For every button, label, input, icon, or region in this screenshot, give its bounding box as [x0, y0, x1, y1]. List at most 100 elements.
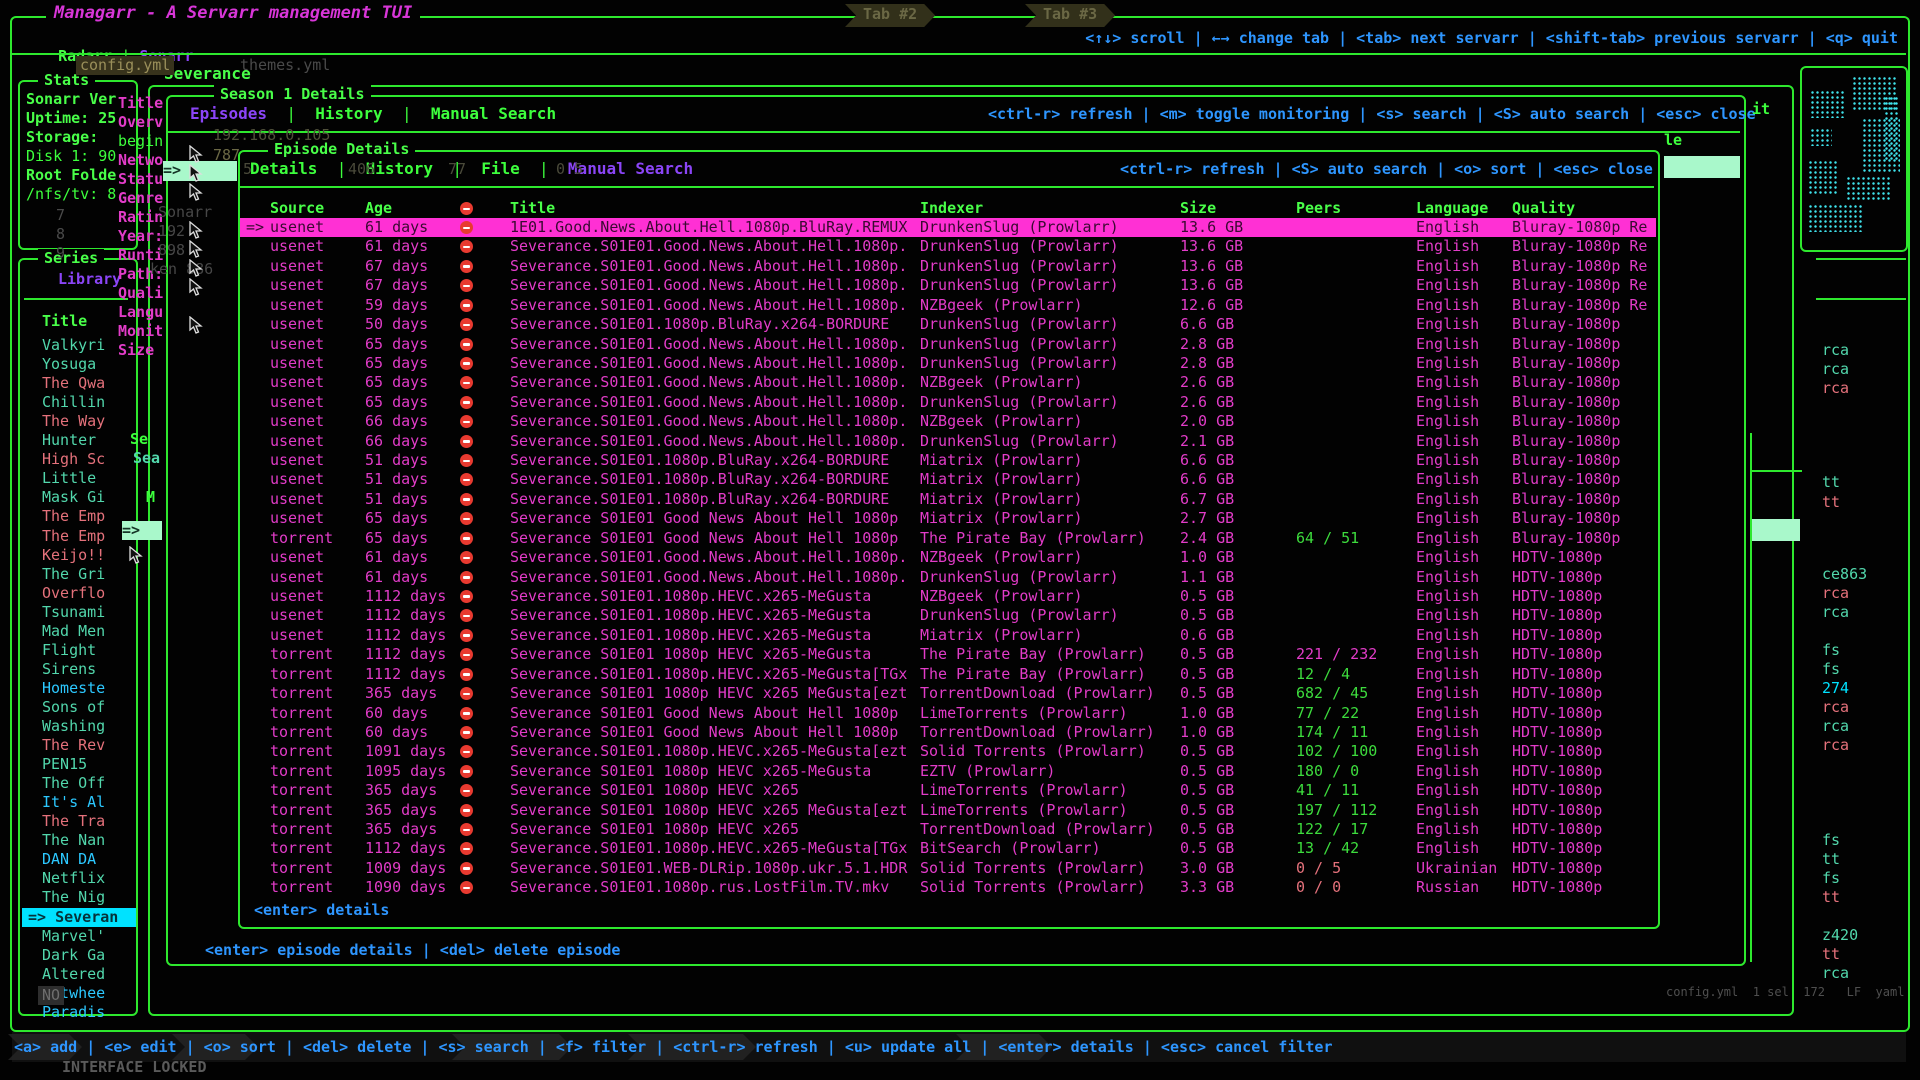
- series-item[interactable]: The Way: [22, 412, 136, 431]
- tab-library[interactable]: Library: [58, 270, 121, 289]
- series-item-selected[interactable]: => Severan: [22, 908, 136, 927]
- series-item[interactable]: Marvel': [22, 927, 136, 946]
- series-item[interactable]: Sirens: [22, 660, 136, 679]
- details-label: begin: [118, 132, 164, 151]
- search-result-row[interactable]: usenet61 daysSeverance.S01E01.Good.News.…: [240, 568, 1656, 587]
- series-item[interactable]: Altered: [22, 965, 136, 984]
- cell-title: Severance.S01E01.Good.News.About.Hell.10…: [510, 335, 914, 354]
- cell-quality: Bluray-1080p: [1512, 490, 1652, 509]
- series-item[interactable]: The Qwa: [22, 374, 136, 393]
- details-label: Quali: [118, 284, 164, 303]
- series-item[interactable]: Chillin: [22, 393, 136, 412]
- search-result-row[interactable]: usenet51 daysSeverance.S01E01.1080p.BluR…: [240, 490, 1656, 509]
- popup-tab-details[interactable]: Details: [250, 159, 317, 178]
- series-item[interactable]: Netflix: [22, 869, 136, 888]
- series-item[interactable]: High Sc: [22, 450, 136, 469]
- search-result-row[interactable]: usenet66 daysSeverance.S01E01.Good.News.…: [240, 412, 1656, 431]
- series-item[interactable]: Sons of: [22, 698, 136, 717]
- series-item[interactable]: It's Al: [22, 793, 136, 812]
- search-result-row[interactable]: torrent1095 daysSeverance S01E01 1080p H…: [240, 762, 1656, 781]
- cell-peers: 0 / 5: [1296, 859, 1416, 878]
- search-result-row[interactable]: torrent1009 daysSeverance.S01E01.WEB-DLR…: [240, 859, 1656, 878]
- background-artifact-text: NO: [38, 986, 64, 1005]
- search-result-row[interactable]: usenet67 daysSeverance.S01E01.Good.News.…: [240, 257, 1656, 276]
- season-tab-manual-search[interactable]: Manual Search: [431, 104, 556, 123]
- search-result-row[interactable]: torrent365 daysSeverance S01E01 1080p HE…: [240, 781, 1656, 800]
- series-item[interactable]: Mad Men: [22, 622, 136, 641]
- rejected-icon: [460, 862, 473, 875]
- search-result-row[interactable]: usenet65 daysSeverance.S01E01.Good.News.…: [240, 373, 1656, 392]
- cell-language: English: [1416, 665, 1511, 684]
- popup-tab-manual-search[interactable]: Manual Search: [568, 159, 693, 178]
- rejected-icon: [460, 454, 473, 467]
- search-result-row[interactable]: torrent1112 daysSeverance.S01E01.1080p.H…: [240, 839, 1656, 858]
- search-result-row[interactable]: usenet1112 daysSeverance.S01E01.1080p.HE…: [240, 626, 1656, 645]
- background-artifact-text: 406: [348, 160, 375, 179]
- search-result-row[interactable]: torrent365 daysSeverance S01E01 1080p HE…: [240, 801, 1656, 820]
- search-result-row[interactable]: torrent1112 daysSeverance S01E01 1080p H…: [240, 645, 1656, 664]
- cell-title: Severance S01E01 1080p HEVC x265 MeGusta…: [510, 684, 914, 703]
- series-item[interactable]: Overflo: [22, 584, 136, 603]
- series-item[interactable]: The Gri: [22, 565, 136, 584]
- background-artifact-text: 5: [243, 160, 252, 179]
- search-result-row[interactable]: torrent1090 daysSeverance.S01E01.1080p.r…: [240, 878, 1656, 897]
- search-result-row[interactable]: usenet61 daysSeverance.S01E01.Good.News.…: [240, 237, 1656, 256]
- series-item[interactable]: Tsunami: [22, 603, 136, 622]
- search-result-row[interactable]: torrent60 daysSeverance S01E01 Good News…: [240, 723, 1656, 742]
- file-list-item: rca: [1822, 360, 1849, 379]
- search-result-row[interactable]: usenet66 daysSeverance.S01E01.Good.News.…: [240, 432, 1656, 451]
- popup-tab-history[interactable]: History: [366, 159, 433, 178]
- series-item[interactable]: DAN DA: [22, 850, 136, 869]
- details-label: Langu: [118, 303, 164, 322]
- search-result-row[interactable]: usenet67 daysSeverance.S01E01.Good.News.…: [240, 276, 1656, 295]
- season-tab-history[interactable]: History: [315, 104, 382, 123]
- cell-size: 0.5 GB: [1180, 684, 1280, 703]
- search-result-row[interactable]: usenet51 daysSeverance.S01E01.1080p.BluR…: [240, 451, 1656, 470]
- series-item[interactable]: Hunter: [22, 431, 136, 450]
- series-item[interactable]: Little: [22, 469, 136, 488]
- search-result-row[interactable]: usenet59 daysSeverance.S01E01.Good.News.…: [240, 296, 1656, 315]
- rejected-icon: [460, 512, 473, 525]
- series-item[interactable]: The Nan: [22, 831, 136, 850]
- cell-age: 67 days: [365, 276, 460, 295]
- popup-tabs: Details | History | File | Manual Search: [250, 159, 693, 178]
- search-result-row[interactable]: usenet65 daysSeverance S01E01 Good News …: [240, 509, 1656, 528]
- series-item[interactable]: Homeste: [22, 679, 136, 698]
- rejected-icon: [460, 745, 473, 758]
- cell-title: Severance.S01E01.Good.News.About.Hell.10…: [510, 257, 914, 276]
- season-tab-episodes[interactable]: Episodes: [190, 104, 267, 123]
- series-item[interactable]: Dark Ga: [22, 946, 136, 965]
- search-result-row[interactable]: torrent365 daysSeverance S01E01 1080p HE…: [240, 820, 1656, 839]
- search-result-row[interactable]: usenet50 daysSeverance.S01E01.1080p.BluR…: [240, 315, 1656, 334]
- series-item[interactable]: The Emp: [22, 507, 136, 526]
- search-result-row[interactable]: torrent65 daysSeverance S01E01 Good News…: [240, 529, 1656, 548]
- file-list-item: tt: [1822, 888, 1840, 907]
- search-result-row[interactable]: torrent1112 daysSeverance.S01E01.1080p.H…: [240, 665, 1656, 684]
- search-result-row[interactable]: usenet1112 daysSeverance.S01E01.1080p.HE…: [240, 606, 1656, 625]
- cell-source: usenet: [270, 393, 324, 412]
- search-result-row[interactable]: usenet1112 daysSeverance.S01E01.1080p.HE…: [240, 587, 1656, 606]
- search-result-row[interactable]: usenet51 daysSeverance.S01E01.1080p.BluR…: [240, 470, 1656, 489]
- search-result-row[interactable]: usenet61 daysSeverance.S01E01.Good.News.…: [240, 548, 1656, 567]
- series-item[interactable]: The Off: [22, 774, 136, 793]
- search-result-row[interactable]: =>usenet61 days1E01.Good.News.About.Hell…: [240, 218, 1656, 237]
- series-item[interactable]: The Emp: [22, 527, 136, 546]
- search-result-row[interactable]: torrent1091 daysSeverance.S01E01.1080p.H…: [240, 742, 1656, 761]
- cell-quality: HDTV-1080p: [1512, 645, 1652, 664]
- popup-tab-file[interactable]: File: [481, 159, 520, 178]
- series-item[interactable]: Flight: [22, 641, 136, 660]
- cell-size: 0.5 GB: [1180, 762, 1280, 781]
- series-item[interactable]: Keijo!!: [22, 546, 136, 565]
- search-result-row[interactable]: torrent60 daysSeverance S01E01 Good News…: [240, 704, 1656, 723]
- series-item[interactable]: Washing: [22, 717, 136, 736]
- search-result-row[interactable]: usenet65 daysSeverance.S01E01.Good.News.…: [240, 393, 1656, 412]
- series-item[interactable]: The Rev: [22, 736, 136, 755]
- search-result-row[interactable]: usenet65 daysSeverance.S01E01.Good.News.…: [240, 354, 1656, 373]
- search-result-row[interactable]: torrent365 daysSeverance S01E01 1080p HE…: [240, 684, 1656, 703]
- series-item[interactable]: Paradis: [22, 1003, 136, 1022]
- series-item[interactable]: The Tra: [22, 812, 136, 831]
- series-item[interactable]: The Nig: [22, 888, 136, 907]
- series-item[interactable]: PEN15: [22, 755, 136, 774]
- search-result-row[interactable]: usenet65 daysSeverance.S01E01.Good.News.…: [240, 335, 1656, 354]
- series-item[interactable]: Mask Gi: [22, 488, 136, 507]
